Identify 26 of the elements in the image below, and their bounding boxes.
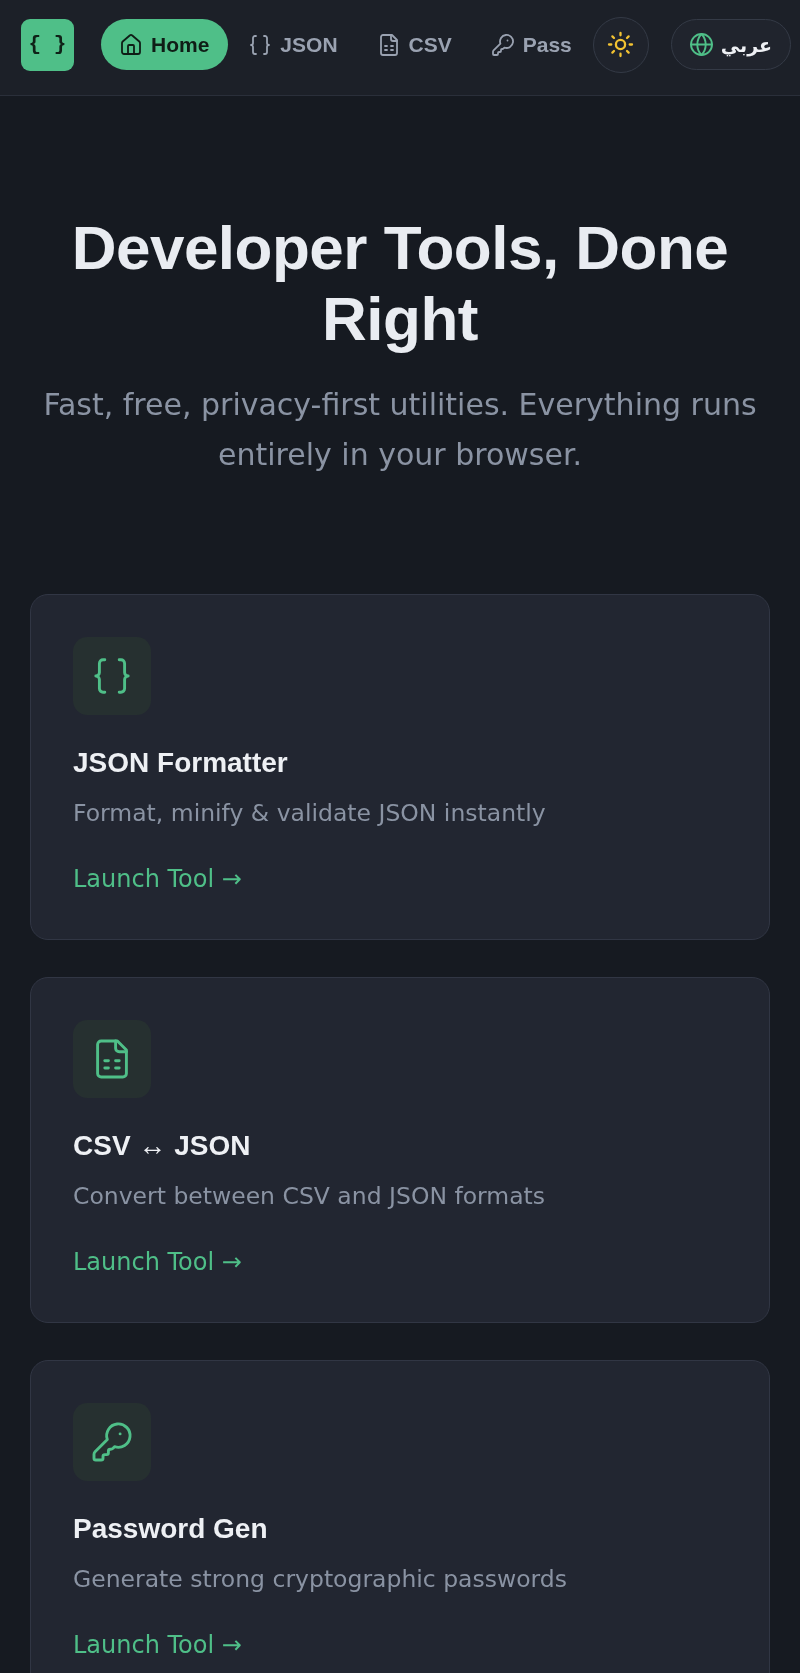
spreadsheet-file-icon — [378, 34, 399, 55]
card-title: JSON Formatter — [73, 746, 288, 780]
card-description: Format, minify & validate JSON instantly — [73, 798, 546, 829]
launch-tool-link[interactable]: Launch Tool → — [73, 1246, 242, 1278]
page-title: Developer Tools, Done Right — [70, 212, 730, 354]
launch-tool-link[interactable]: Launch Tool → — [73, 863, 242, 895]
app-logo[interactable]: { } — [21, 18, 74, 71]
nav-link[interactable]: JSON — [230, 19, 357, 70]
spreadsheet-file-icon — [73, 1020, 151, 1098]
card-title: Password Gen — [73, 1512, 268, 1546]
launch-tool-link[interactable]: Launch Tool → — [73, 1629, 242, 1661]
house-icon — [121, 34, 141, 55]
braces-icon — [250, 34, 271, 55]
page-subtitle: Fast, free, privacy-first utilities. Everything runs entirely in your browser. — [42, 386, 758, 474]
sun-icon — [609, 33, 633, 56]
nav-link[interactable]: CSV — [358, 19, 471, 70]
nav-link[interactable]: Pass — [472, 19, 591, 70]
nav-link[interactable]: Home — [101, 19, 229, 70]
globe-icon — [690, 34, 712, 55]
language-button[interactable]: عربي — [670, 19, 791, 70]
key-icon — [492, 34, 513, 55]
braces-icon — [73, 637, 151, 715]
card-title: CSV ↔ JSON — [73, 1129, 251, 1163]
key-icon — [73, 1403, 151, 1481]
card-description: Generate strong cryptographic passwords — [73, 1564, 567, 1595]
card-description: Convert between CSV and JSON formats — [73, 1181, 546, 1212]
